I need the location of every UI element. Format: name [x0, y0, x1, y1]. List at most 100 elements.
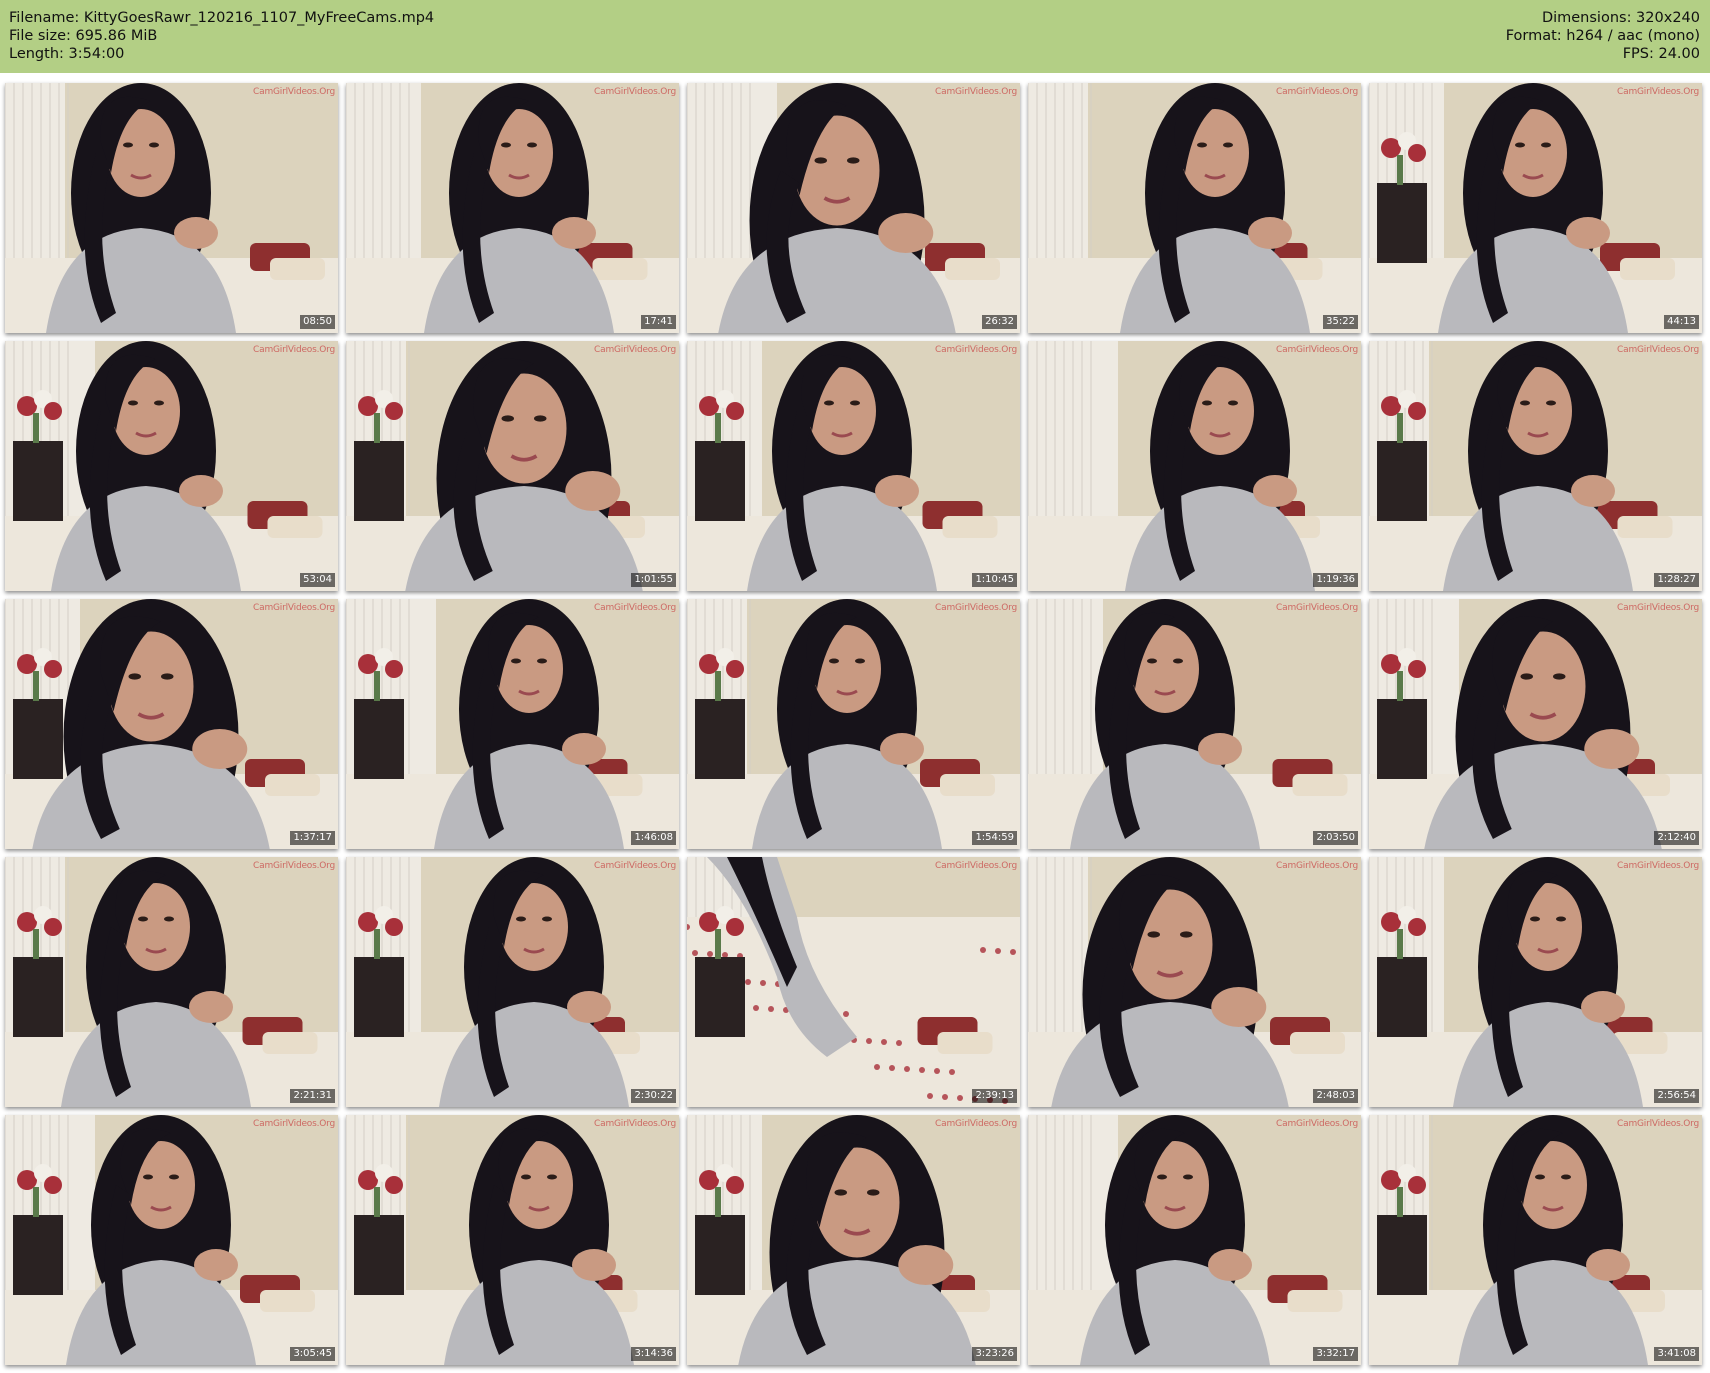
video-thumbnail[interactable]: CamGirlVideos.Org 3:23:26: [687, 1115, 1020, 1365]
frame-image: [346, 1115, 679, 1365]
timestamp-label: 1:46:08: [631, 831, 676, 845]
watermark-label: CamGirlVideos.Org: [1276, 861, 1358, 871]
video-thumbnail[interactable]: CamGirlVideos.Org 3:32:17: [1028, 1115, 1361, 1365]
frame-image: [1369, 1115, 1702, 1365]
timestamp-label: 2:30:22: [631, 1089, 676, 1103]
timestamp-label: 17:41: [641, 315, 676, 329]
frame-image: [687, 599, 1020, 849]
video-thumbnail[interactable]: CamGirlVideos.Org 08:50: [5, 83, 338, 333]
video-thumbnail[interactable]: CamGirlVideos.Org 2:56:54: [1369, 857, 1702, 1107]
timestamp-label: 08:50: [300, 315, 335, 329]
filename-label: Filename: KittyGoesRawr_120216_1107_MyFr…: [9, 10, 435, 26]
watermark-label: CamGirlVideos.Org: [1617, 603, 1699, 613]
frame-image: [346, 857, 679, 1107]
watermark-label: CamGirlVideos.Org: [594, 603, 676, 613]
timestamp-label: 2:39:13: [972, 1089, 1017, 1103]
timestamp-label: 1:28:27: [1654, 573, 1699, 587]
frame-image: [1028, 857, 1361, 1107]
timestamp-label: 3:05:45: [290, 1347, 335, 1361]
timestamp-label: 53:04: [300, 573, 335, 587]
watermark-label: CamGirlVideos.Org: [1617, 87, 1699, 97]
watermark-label: CamGirlVideos.Org: [935, 861, 1017, 871]
timestamp-label: 3:14:36: [631, 1347, 676, 1361]
timestamp-label: 44:13: [1664, 315, 1699, 329]
video-thumbnail[interactable]: CamGirlVideos.Org 1:19:36: [1028, 341, 1361, 591]
timestamp-label: 35:22: [1323, 315, 1358, 329]
video-thumbnail[interactable]: CamGirlVideos.Org 2:30:22: [346, 857, 679, 1107]
frame-image: [687, 83, 1020, 333]
file-info-right: Dimensions: 320x240 Format: h264 / aac (…: [1506, 9, 1700, 63]
video-thumbnail[interactable]: CamGirlVideos.Org 2:12:40: [1369, 599, 1702, 849]
watermark-label: CamGirlVideos.Org: [594, 345, 676, 355]
watermark-label: CamGirlVideos.Org: [1276, 345, 1358, 355]
watermark-label: CamGirlVideos.Org: [1276, 87, 1358, 97]
frame-image: [346, 599, 679, 849]
timestamp-label: 1:54:59: [972, 831, 1017, 845]
frame-image: [1369, 857, 1702, 1107]
timestamp-label: 1:01:55: [631, 573, 676, 587]
video-thumbnail[interactable]: CamGirlVideos.Org 1:46:08: [346, 599, 679, 849]
dimensions-label: Dimensions: 320x240: [1541, 10, 1700, 26]
frame-image: [1369, 341, 1702, 591]
frame-image: [1028, 83, 1361, 333]
timestamp-label: 3:41:08: [1654, 1347, 1699, 1361]
video-thumbnail[interactable]: CamGirlVideos.Org 2:48:03: [1028, 857, 1361, 1107]
watermark-label: CamGirlVideos.Org: [935, 345, 1017, 355]
frame-image: [1028, 599, 1361, 849]
timestamp-label: 2:48:03: [1313, 1089, 1358, 1103]
frame-image: [1369, 599, 1702, 849]
frame-image: [346, 341, 679, 591]
watermark-label: CamGirlVideos.Org: [1276, 1119, 1358, 1129]
frame-image: [5, 857, 338, 1107]
frame-image: [5, 599, 338, 849]
video-thumbnail[interactable]: CamGirlVideos.Org 53:04: [5, 341, 338, 591]
video-thumbnail[interactable]: CamGirlVideos.Org 3:14:36: [346, 1115, 679, 1365]
frame-image: [5, 1115, 338, 1365]
watermark-label: CamGirlVideos.Org: [1617, 1119, 1699, 1129]
frame-image: [1028, 341, 1361, 591]
watermark-label: CamGirlVideos.Org: [594, 87, 676, 97]
watermark-label: CamGirlVideos.Org: [1276, 603, 1358, 613]
watermark-label: CamGirlVideos.Org: [594, 861, 676, 871]
timestamp-label: 3:32:17: [1313, 1347, 1358, 1361]
video-thumbnail[interactable]: CamGirlVideos.Org 3:41:08: [1369, 1115, 1702, 1365]
timestamp-label: 26:32: [982, 315, 1017, 329]
format-label: Format: h264 / aac (mono): [1505, 28, 1700, 44]
video-thumbnail[interactable]: CamGirlVideos.Org 2:39:13: [687, 857, 1020, 1107]
video-thumbnail[interactable]: CamGirlVideos.Org 1:54:59: [687, 599, 1020, 849]
video-thumbnail[interactable]: CamGirlVideos.Org 2:21:31: [5, 857, 338, 1107]
frame-image: [687, 1115, 1020, 1365]
video-thumbnail[interactable]: CamGirlVideos.Org 1:10:45: [687, 341, 1020, 591]
frame-image: [346, 83, 679, 333]
watermark-label: CamGirlVideos.Org: [935, 87, 1017, 97]
video-thumbnail[interactable]: CamGirlVideos.Org 44:13: [1369, 83, 1702, 333]
thumbnail-grid: CamGirlVideos.Org 08:50 CamGirlVideos.Org 1…: [5, 83, 1705, 1368]
frame-image: [687, 341, 1020, 591]
watermark-label: CamGirlVideos.Org: [594, 1119, 676, 1129]
frame-image: [687, 857, 1020, 1107]
timestamp-label: 2:03:50: [1313, 831, 1358, 845]
file-info-left: Filename: KittyGoesRawr_120216_1107_MyFr…: [9, 9, 434, 63]
video-thumbnail[interactable]: CamGirlVideos.Org 2:03:50: [1028, 599, 1361, 849]
watermark-label: CamGirlVideos.Org: [1617, 345, 1699, 355]
video-thumbnail[interactable]: CamGirlVideos.Org 1:01:55: [346, 341, 679, 591]
timestamp-label: 2:56:54: [1654, 1089, 1699, 1103]
watermark-label: CamGirlVideos.Org: [253, 345, 335, 355]
filesize-label: File size: 695.86 MiB: [9, 28, 158, 44]
video-thumbnail[interactable]: CamGirlVideos.Org 17:41: [346, 83, 679, 333]
video-thumbnail[interactable]: CamGirlVideos.Org 3:05:45: [5, 1115, 338, 1365]
video-thumbnail[interactable]: CamGirlVideos.Org 26:32: [687, 83, 1020, 333]
contact-sheet-header: Filename: KittyGoesRawr_120216_1107_MyFr…: [0, 0, 1710, 73]
fps-label: FPS: 24.00: [1622, 46, 1700, 62]
watermark-label: CamGirlVideos.Org: [935, 603, 1017, 613]
timestamp-label: 1:10:45: [972, 573, 1017, 587]
length-label: Length: 3:54:00: [9, 46, 125, 62]
video-thumbnail[interactable]: CamGirlVideos.Org 1:28:27: [1369, 341, 1702, 591]
frame-image: [1369, 83, 1702, 333]
video-thumbnail[interactable]: CamGirlVideos.Org 35:22: [1028, 83, 1361, 333]
frame-image: [1028, 1115, 1361, 1365]
video-thumbnail[interactable]: CamGirlVideos.Org 1:37:17: [5, 599, 338, 849]
watermark-label: CamGirlVideos.Org: [1617, 861, 1699, 871]
watermark-label: CamGirlVideos.Org: [253, 861, 335, 871]
frame-image: [5, 83, 338, 333]
